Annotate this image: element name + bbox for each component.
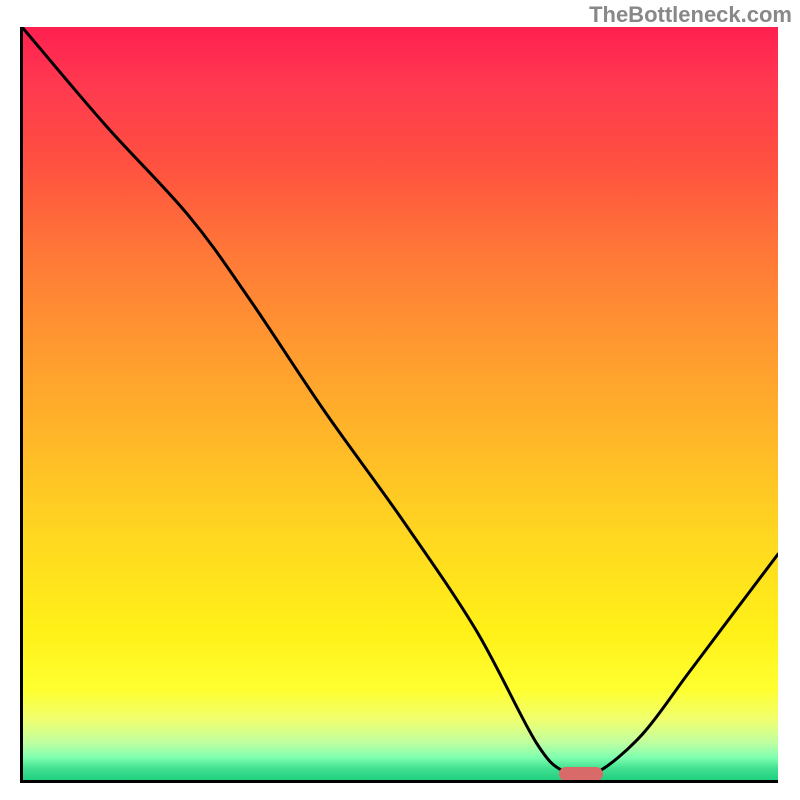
curve-path bbox=[22, 27, 778, 777]
curve-svg bbox=[22, 27, 778, 780]
watermark-text: TheBottleneck.com bbox=[589, 2, 792, 28]
y-axis bbox=[20, 27, 23, 782]
optimal-marker bbox=[559, 767, 603, 780]
chart-container: TheBottleneck.com bbox=[0, 0, 800, 800]
plot-area bbox=[22, 27, 778, 780]
x-axis bbox=[20, 780, 778, 783]
